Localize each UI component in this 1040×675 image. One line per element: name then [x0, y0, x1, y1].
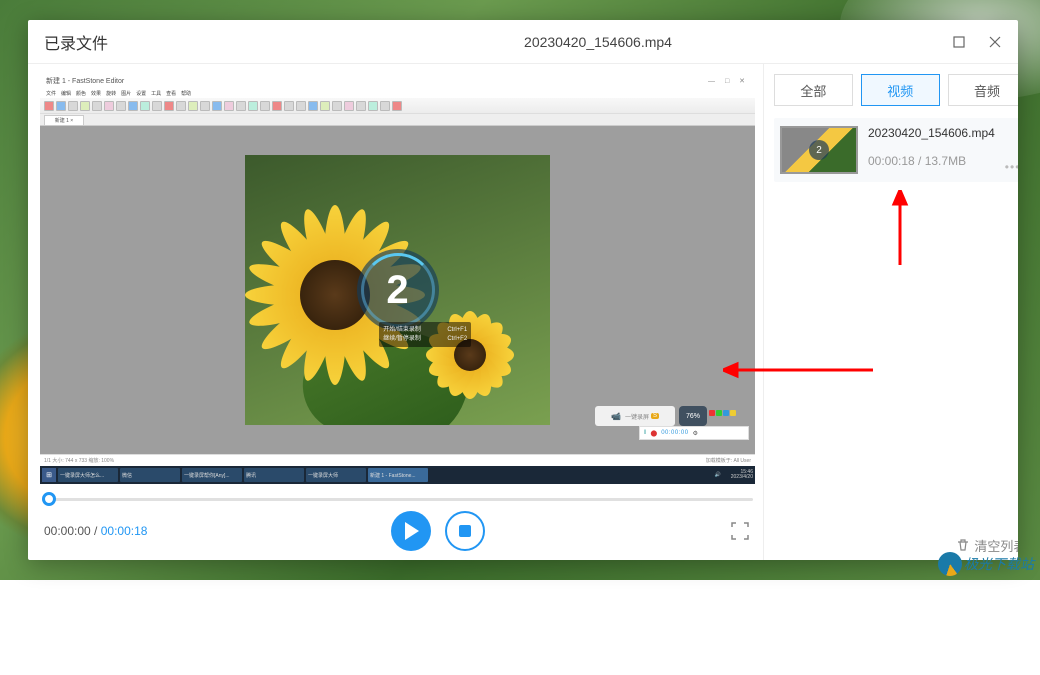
file-meta: 00:00:18 / 13.7MB — [868, 154, 995, 168]
close-button[interactable] — [988, 35, 1002, 49]
watermark-logo-icon — [938, 552, 962, 576]
editor-app-title: 新建 1 - FastStone Editor — [46, 76, 124, 86]
window-title: 已录文件 — [44, 30, 244, 54]
titlebar: 已录文件 20230420_154606.mp4 — [28, 20, 1018, 64]
file-list-pane: 全部 视频 音频 2 20230420_154606.mp4 00:00:18 … — [763, 64, 1018, 560]
maximize-button[interactable] — [952, 35, 966, 49]
file-list-item[interactable]: 2 20230420_154606.mp4 00:00:18 / 13.7MB … — [774, 118, 1018, 182]
editor-toolbar — [40, 98, 755, 114]
thumb-countdown-badge: 2 — [809, 140, 829, 160]
time-display: 00:00:00 / 00:00:18 — [44, 524, 147, 538]
editor-tabbar: 新建 1 × — [40, 114, 755, 126]
progress-bar-row — [40, 484, 755, 506]
sunflower-image: 2 开始/结束录制Ctrl+F1 继续/暂停录制Ctrl+F2 — [245, 155, 550, 425]
taskbar-item: 新建 1 - FastStone... — [368, 468, 428, 482]
editor-canvas: 2 开始/结束录制Ctrl+F1 继续/暂停录制Ctrl+F2 一键录屏 S 7… — [40, 126, 755, 454]
recorder-float-toolbar: 一键录屏 S — [595, 406, 675, 426]
file-more-button[interactable]: ••• — [1005, 160, 1018, 174]
player-pane: 新建 1 - FastStone Editor — □ ✕ 文件编辑颜色效果旋转… — [28, 64, 763, 560]
play-button[interactable] — [391, 511, 431, 551]
start-button: ⊞ — [42, 468, 56, 482]
editor-menubar: 文件编辑颜色效果旋转图片设置工具查看帮助 — [40, 88, 755, 98]
taskbar-item: 一键录屏大师怎么... — [58, 468, 118, 482]
trash-icon — [956, 538, 970, 552]
current-filename: 20230420_154606.mp4 — [244, 34, 952, 50]
tab-audio[interactable]: 音频 — [948, 74, 1018, 106]
progress-thumb[interactable] — [42, 492, 56, 506]
taskbar-item: 微信 — [120, 468, 180, 482]
fullscreen-button[interactable] — [729, 520, 751, 542]
tab-video[interactable]: 视频 — [861, 74, 940, 106]
windows-taskbar: ⊞ 一键录屏大师怎么... 微信 一键录屏帮你[Any]... 腾讯 一键录屏大… — [40, 466, 755, 484]
recorder-inline-toolbar: ‖⬤00:00:00⚙ — [639, 426, 749, 440]
recorded-desktop: 新建 1 - FastStone Editor — □ ✕ 文件编辑颜色效果旋转… — [40, 74, 755, 484]
tab-all[interactable]: 全部 — [774, 74, 853, 106]
editor-window-controls: — □ ✕ — [708, 77, 749, 85]
editor-statusbar: 1/1 大小: 744 x 733 缩放: 100% 加载模板于: All Us… — [40, 454, 755, 466]
filter-tabs: 全部 视频 音频 — [774, 74, 1018, 106]
countdown-number: 2 — [386, 268, 408, 313]
watermark: 极光下载站 — [938, 552, 1034, 576]
progress-bar[interactable] — [42, 498, 753, 501]
taskbar-item: 腾讯 — [244, 468, 304, 482]
player-controls: 00:00:00 / 00:00:18 — [40, 506, 755, 560]
editor-tab: 新建 1 × — [44, 115, 84, 125]
stop-button[interactable] — [445, 511, 485, 551]
file-thumbnail: 2 — [780, 126, 858, 174]
total-time: 00:00:18 — [101, 524, 148, 538]
taskbar-item: 一键录屏帮你[Any]... — [182, 468, 242, 482]
shortcut-hint: 开始/结束录制Ctrl+F1 继续/暂停录制Ctrl+F2 — [379, 322, 471, 347]
file-name: 20230420_154606.mp4 — [868, 126, 995, 140]
recorded-files-window: 已录文件 20230420_154606.mp4 新建 1 - FastSton… — [28, 20, 1018, 560]
video-preview[interactable]: 新建 1 - FastStone Editor — □ ✕ 文件编辑颜色效果旋转… — [40, 74, 755, 484]
zoom-badge: 76% — [679, 406, 707, 426]
countdown-overlay: 2 — [357, 249, 439, 331]
current-time: 00:00:00 — [44, 524, 91, 538]
taskbar-item: 一键录屏大师 — [306, 468, 366, 482]
